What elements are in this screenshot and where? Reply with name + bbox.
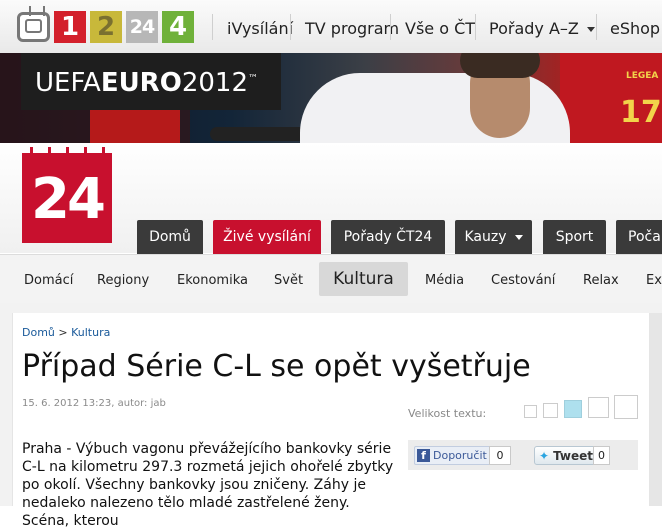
banner-player-hair bbox=[460, 53, 540, 78]
ct24-logo-text: 24 bbox=[31, 167, 106, 232]
breadcrumb-home-link[interactable]: Domů bbox=[22, 326, 55, 339]
breadcrumb-separator: > bbox=[58, 326, 68, 339]
logo-uefa: UEFA bbox=[35, 68, 101, 98]
divider bbox=[596, 14, 597, 40]
tweet-label: Tweet bbox=[553, 448, 594, 463]
font-size-largest-button[interactable] bbox=[614, 395, 638, 419]
topnav-eshop[interactable]: eShop bbox=[610, 19, 660, 38]
subnav-domaci[interactable]: Domácí bbox=[24, 273, 73, 288]
facebook-recommend-label: Doporučit bbox=[433, 449, 487, 462]
article-body: Praha - Výbuch vagonu převážejícího bank… bbox=[22, 441, 394, 529]
font-size-small-button[interactable] bbox=[543, 403, 558, 418]
tweet-count: 0 bbox=[593, 446, 610, 465]
topnav-porady-a-z[interactable]: Pořady A–Z bbox=[489, 19, 595, 38]
article-title: Případ Série C-L se opět vyšetřuje bbox=[22, 349, 531, 384]
mainnav-kauzy[interactable]: Kauzy bbox=[455, 220, 532, 254]
mainnav-pocasi[interactable]: Poča bbox=[616, 220, 662, 254]
font-size-normal-button[interactable] bbox=[564, 400, 582, 418]
subnav-svet[interactable]: Svět bbox=[274, 273, 303, 288]
subnav-relax[interactable]: Relax bbox=[583, 273, 619, 288]
topnav-ivysilani[interactable]: iVysílání bbox=[227, 19, 293, 38]
divider bbox=[390, 14, 391, 40]
article-meta: 15. 6. 2012 13:23, autor: jab bbox=[22, 398, 166, 409]
subnav-ekonomika[interactable]: Ekonomika bbox=[177, 273, 248, 288]
logo-trademark: ™ bbox=[247, 73, 258, 85]
logo-euro: EURO bbox=[100, 68, 182, 98]
uefa-euro-logo: UEFAEURO2012™ bbox=[21, 53, 281, 110]
subnav-cestovani[interactable]: Cestování bbox=[491, 273, 555, 288]
breadcrumb-section-link[interactable]: Kultura bbox=[71, 326, 110, 339]
font-size-large-button[interactable] bbox=[588, 397, 609, 418]
topnav-vse-o-ct[interactable]: Vše o ČT bbox=[405, 19, 475, 38]
tweet-button[interactable]: ✦ Tweet bbox=[534, 446, 599, 465]
chevron-down-icon bbox=[514, 234, 523, 240]
channel-ct4-logo[interactable]: 4 bbox=[162, 11, 194, 43]
facebook-recommend-button[interactable]: f Doporučit bbox=[414, 446, 492, 465]
chevron-down-icon bbox=[586, 27, 595, 32]
channel-bar: 1 2 24 4 iVysílání TV program Vše o ČT P… bbox=[0, 0, 662, 54]
page-edge bbox=[650, 313, 662, 506]
mainnav-domu[interactable]: Domů bbox=[137, 220, 203, 254]
ct24-logo-antenna-icon bbox=[22, 147, 112, 155]
font-size-label: Velikost textu: bbox=[408, 407, 487, 420]
euro-2012-banner[interactable]: LEGEA 17 UEFAEURO2012™ bbox=[0, 53, 662, 143]
ct24-logo[interactable]: 24 bbox=[22, 147, 112, 243]
breadcrumb: Domů > Kultura bbox=[22, 326, 110, 339]
mainnav-porady-ct24[interactable]: Pořady ČT24 bbox=[331, 220, 445, 254]
font-size-smallest-button[interactable] bbox=[524, 405, 537, 418]
logo-year: 2012 bbox=[181, 68, 248, 98]
ct-tv-logo-icon[interactable] bbox=[17, 12, 50, 42]
banner-shirt-text: LEGEA bbox=[626, 71, 659, 81]
uefa-euro-wordmark: UEFAEURO2012™ bbox=[35, 68, 258, 98]
subnav-exkluzivne[interactable]: Ex bbox=[646, 273, 662, 288]
mainnav-kauzy-label: Kauzy bbox=[464, 229, 507, 245]
topnav-porady-a-z-label: Pořady A–Z bbox=[489, 19, 579, 38]
banner-shirt-number: 17 bbox=[620, 95, 662, 130]
channel-ct24-logo[interactable]: 24 bbox=[126, 11, 158, 43]
banner-background bbox=[90, 108, 180, 143]
topnav-tv-program[interactable]: TV program bbox=[305, 19, 399, 38]
divider bbox=[475, 14, 476, 40]
twitter-bird-icon: ✦ bbox=[539, 448, 550, 463]
channel-ct1-logo[interactable]: 1 bbox=[54, 11, 86, 43]
mainnav-sport[interactable]: Sport bbox=[543, 220, 606, 254]
channel-ct2-logo[interactable]: 2 bbox=[90, 11, 122, 43]
subnav-regiony[interactable]: Regiony bbox=[97, 273, 149, 288]
facebook-count: 0 bbox=[489, 446, 511, 465]
divider bbox=[290, 14, 291, 40]
divider bbox=[212, 14, 213, 40]
facebook-icon: f bbox=[417, 449, 430, 462]
mainnav-zive-vysilani[interactable]: Živé vysílání bbox=[213, 220, 321, 254]
subnav-kultura[interactable]: Kultura bbox=[319, 262, 408, 296]
subnav-media[interactable]: Média bbox=[425, 273, 464, 288]
